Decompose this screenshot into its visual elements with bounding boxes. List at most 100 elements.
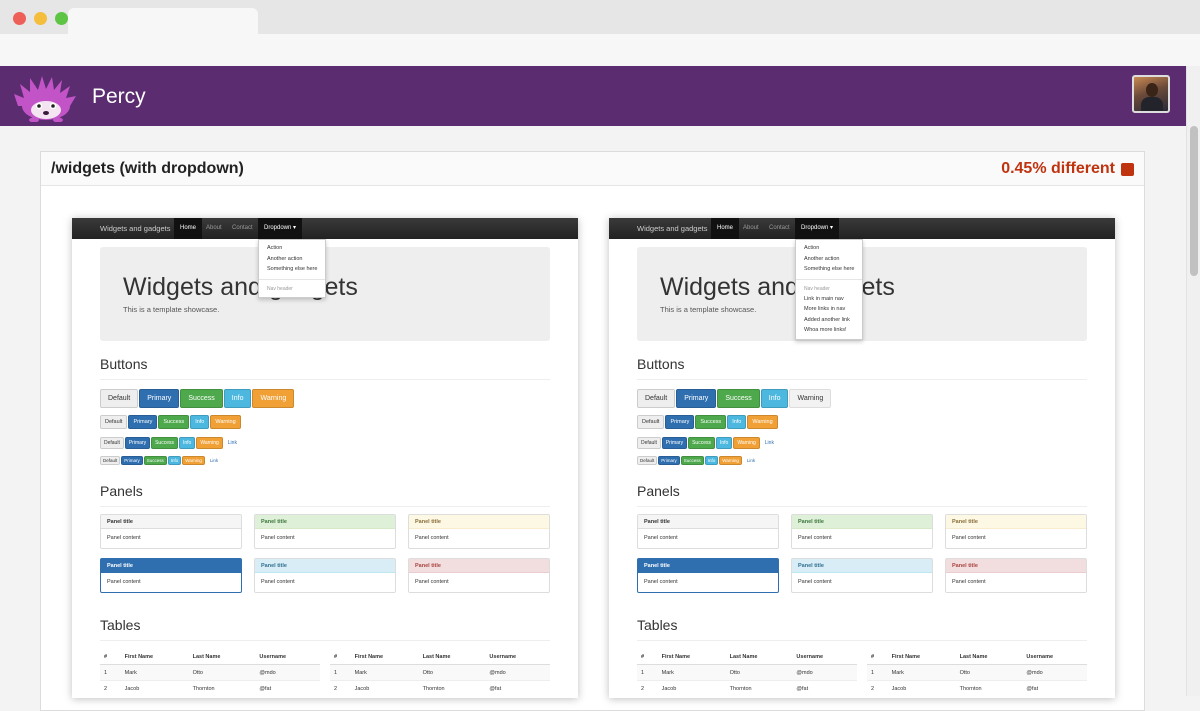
table-cell: 2 — [867, 680, 888, 697]
default-button[interactable]: Default — [637, 456, 658, 465]
panel-content: Panel content — [107, 535, 141, 541]
warning-button[interactable]: Warning — [210, 415, 241, 429]
dropdown-item[interactable]: Another action — [796, 254, 862, 265]
table-row: 1 Mark Otto @mdo — [867, 664, 1087, 681]
section-heading-buttons: Buttons — [637, 356, 685, 372]
panel-primary: Panel title Panel content — [637, 558, 779, 593]
info-button[interactable]: Info — [178, 437, 196, 449]
hedgehog-logo-icon[interactable] — [12, 72, 80, 122]
primary-button[interactable]: Primary — [128, 415, 158, 429]
nav-contact[interactable]: Contact — [226, 218, 259, 239]
default-button[interactable]: Default — [100, 415, 128, 429]
nav-contact[interactable]: Contact — [763, 218, 796, 239]
link-button[interactable]: Link — [210, 458, 218, 463]
dropdown-item[interactable]: Whoa more links! — [796, 325, 862, 336]
default-button[interactable]: Default — [637, 389, 676, 408]
primary-button[interactable]: Primary — [661, 437, 688, 449]
primary-button[interactable]: Primary — [124, 437, 151, 449]
dropdown-item[interactable]: Another action — [259, 254, 325, 265]
diff-indicator[interactable]: 0.45% different — [1001, 160, 1134, 178]
default-button[interactable]: Default — [100, 456, 121, 465]
success-button[interactable]: Success — [695, 415, 727, 429]
browser-tab[interactable] — [68, 8, 258, 34]
info-button[interactable]: Info — [715, 437, 733, 449]
table-row: 1 Mark Otto @mdo — [100, 664, 320, 681]
app-name[interactable]: Percy — [92, 85, 146, 109]
head-snapshot[interactable]: Widgets and gadgets Home About Contact D… — [609, 218, 1115, 698]
default-button[interactable]: Default — [637, 415, 665, 429]
warning-button[interactable]: Warning — [196, 437, 223, 449]
diff-toggle-icon[interactable] — [1121, 162, 1134, 176]
dropdown-item[interactable]: Action — [259, 243, 325, 254]
panel-title: Panel title — [638, 559, 778, 573]
success-button[interactable]: Success — [143, 456, 167, 465]
dropdown-item[interactable]: More links in nav — [796, 304, 862, 315]
success-button[interactable]: Success — [158, 415, 190, 429]
dropdown-item[interactable]: Link in main nav — [796, 294, 862, 305]
table-row: 2 Jacob Thornton @fat — [637, 680, 857, 697]
section-heading-panels: Panels — [100, 483, 143, 499]
maximize-window-button[interactable] — [55, 12, 68, 25]
nav-about[interactable]: About — [200, 218, 228, 239]
primary-button[interactable]: Primary — [139, 389, 180, 408]
table-cell: Thornton — [188, 680, 256, 697]
default-button[interactable]: Default — [100, 437, 124, 449]
scrollbar-thumb[interactable] — [1190, 126, 1198, 276]
primary-button[interactable]: Primary — [121, 456, 143, 465]
default-button[interactable]: Default — [100, 389, 139, 408]
site-brand[interactable]: Widgets and gadgets — [100, 224, 170, 233]
info-button[interactable]: Info — [704, 456, 719, 465]
nav-home[interactable]: Home — [174, 218, 203, 239]
table-header: Username — [1022, 650, 1087, 665]
nav-home[interactable]: Home — [711, 218, 740, 239]
page-scrollbar[interactable] — [1186, 66, 1200, 696]
success-button[interactable]: Success — [688, 437, 715, 449]
default-button[interactable]: Default — [637, 437, 661, 449]
info-button[interactable]: Info — [190, 415, 210, 429]
section-divider — [637, 640, 1087, 641]
jumbotron-text: This is a template showcase. — [123, 305, 220, 314]
base-snapshot[interactable]: Widgets and gadgets Home About Contact D… — [72, 218, 578, 698]
button-row-large: Default Primary Success Info Warning — [100, 389, 295, 408]
button-row-medium: Default Primary Success Info Warning — [637, 415, 779, 429]
dropdown-item[interactable]: Something else here — [259, 264, 325, 275]
panel-default: Panel title Panel content — [100, 514, 242, 549]
info-button[interactable]: Info — [760, 389, 789, 408]
table-cell: @fat — [485, 680, 550, 697]
minimize-window-button[interactable] — [34, 12, 47, 25]
warning-button[interactable]: Warning — [719, 456, 742, 465]
primary-button[interactable]: Primary — [658, 456, 680, 465]
button-row-small: Default Primary Success Info Warning Lin… — [100, 437, 237, 449]
panel-primary: Panel title Panel content — [100, 558, 242, 593]
dropdown-item[interactable]: Added another link — [796, 315, 862, 326]
warning-button[interactable]: Warning — [182, 456, 205, 465]
table-header: Last Name — [188, 650, 256, 665]
dropdown-item[interactable]: Something else here — [796, 264, 862, 275]
info-button[interactable]: Info — [727, 415, 747, 429]
primary-button[interactable]: Primary — [676, 389, 717, 408]
info-button[interactable]: Info — [167, 456, 182, 465]
link-button[interactable]: Link — [228, 440, 237, 446]
panel-title: Panel title — [409, 515, 549, 529]
table-cell: 2 — [330, 680, 351, 697]
primary-button[interactable]: Primary — [665, 415, 695, 429]
info-button[interactable]: Info — [223, 389, 252, 408]
warning-button[interactable]: Warning — [747, 415, 778, 429]
site-navbar: Widgets and gadgets Home About Contact D… — [72, 218, 578, 239]
user-avatar-icon[interactable] — [1132, 75, 1170, 113]
success-button[interactable]: Success — [680, 456, 704, 465]
site-brand[interactable]: Widgets and gadgets — [637, 224, 707, 233]
warning-button[interactable]: Warning — [733, 437, 760, 449]
nav-dropdown[interactable]: Dropdown ▾ — [795, 218, 840, 239]
warning-button[interactable]: Warning — [252, 389, 295, 408]
warning-button[interactable]: Warning — [789, 389, 832, 408]
dropdown-item[interactable]: Action — [796, 243, 862, 254]
link-button[interactable]: Link — [765, 440, 774, 446]
nav-about[interactable]: About — [737, 218, 765, 239]
success-button[interactable]: Success — [180, 389, 223, 408]
success-button[interactable]: Success — [717, 389, 760, 408]
nav-dropdown[interactable]: Dropdown ▾ — [258, 218, 303, 239]
close-window-button[interactable] — [13, 12, 26, 25]
success-button[interactable]: Success — [151, 437, 178, 449]
link-button[interactable]: Link — [747, 458, 755, 463]
